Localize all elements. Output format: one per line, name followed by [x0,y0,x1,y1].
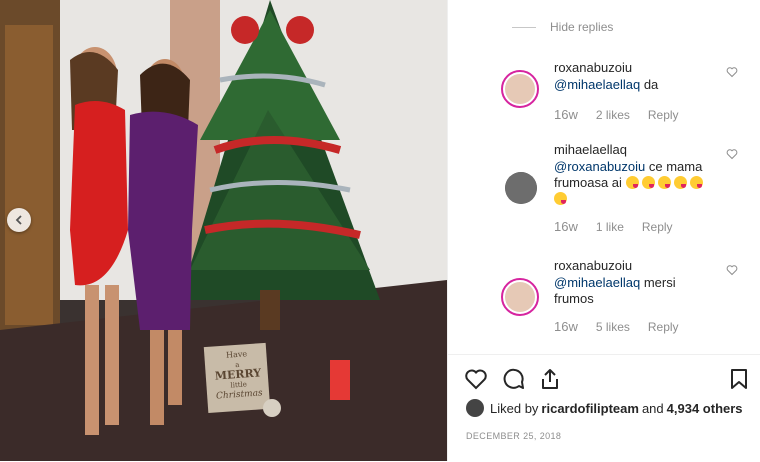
comment-likes[interactable]: 2 likes [596,108,630,122]
comment-meta: 16w 2 likes Reply [554,107,760,122]
comment-mention[interactable]: @roxanabuzoiu [554,159,645,174]
comment-time[interactable]: 16w [554,319,578,334]
post-date[interactable]: DECEMBER 25, 2018 [466,431,561,441]
comment-time[interactable]: 16w [554,107,578,122]
comment-mention[interactable]: @mihaelaellaq [554,275,640,290]
bookmark-icon[interactable] [727,367,751,391]
photo-sign: Have a MERRY little Christmas [206,348,269,402]
kiss-emoji-icon [689,176,703,189]
kiss-emoji-icon [625,176,639,189]
comment-like-heart-icon[interactable] [726,264,738,276]
post-actions: Liked by ricardofilipteam and 4,934 othe… [448,354,760,462]
comment-mention[interactable]: @mihaelaellaq [554,77,640,92]
comment-body: da [640,77,659,92]
comment-reply-button[interactable]: Reply [648,108,679,122]
comment-time[interactable]: 16w [554,219,578,234]
kiss-emoji-icon [641,176,655,189]
share-icon[interactable] [538,367,562,391]
liker-avatar-icon[interactable] [466,399,484,417]
liked-by: Liked by ricardofilipteam and 4,934 othe… [466,399,746,417]
post-photo: Have a MERRY little Christmas [0,0,447,461]
hide-replies-button[interactable]: Hide replies [512,20,613,34]
kiss-emoji-icon [554,192,567,205]
comment-avatar[interactable] [505,172,537,204]
carousel-prev-button[interactable] [7,208,31,232]
comment-reply-button[interactable]: Reply [642,220,673,234]
liked-user[interactable]: ricardofilipteam [541,401,639,416]
chevron-left-icon [15,215,22,225]
user-avatar-icon [505,282,535,312]
liked-count[interactable]: 4,934 others [667,401,743,416]
comment-text: @mihaelaellaq da [554,77,760,93]
hide-replies-label: Hide replies [550,20,614,34]
comment-like-heart-icon[interactable] [726,66,738,78]
comment-text: @mihaelaellaq mersi frumos [554,275,694,307]
comment-reply-button[interactable]: Reply [648,320,679,334]
liked-prefix: Liked by [490,400,539,416]
comment-like-heart-icon[interactable] [726,148,738,160]
divider-line [512,26,536,28]
kiss-emoji-icon [673,176,687,189]
kiss-emoji-icon [657,176,671,189]
comment-likes[interactable]: 1 like [596,220,624,234]
comment-meta: 16w 5 likes Reply [554,319,760,334]
liked-and: and [641,400,664,416]
heart-icon[interactable] [464,367,488,391]
user-avatar-icon [505,172,537,204]
user-avatar-icon [505,74,535,104]
comment-text: @roxanabuzoiu ce mama frumoasa ai [554,159,714,207]
comments-panel: Hide replies roxanabuzoiu @mihaelaellaq … [447,0,760,461]
comment-avatar[interactable] [501,278,539,316]
comment-meta: 16w 1 like Reply [554,219,760,234]
comment-icon[interactable] [502,367,526,391]
comment-avatar[interactable] [501,70,539,108]
comment-likes[interactable]: 5 likes [596,320,630,334]
